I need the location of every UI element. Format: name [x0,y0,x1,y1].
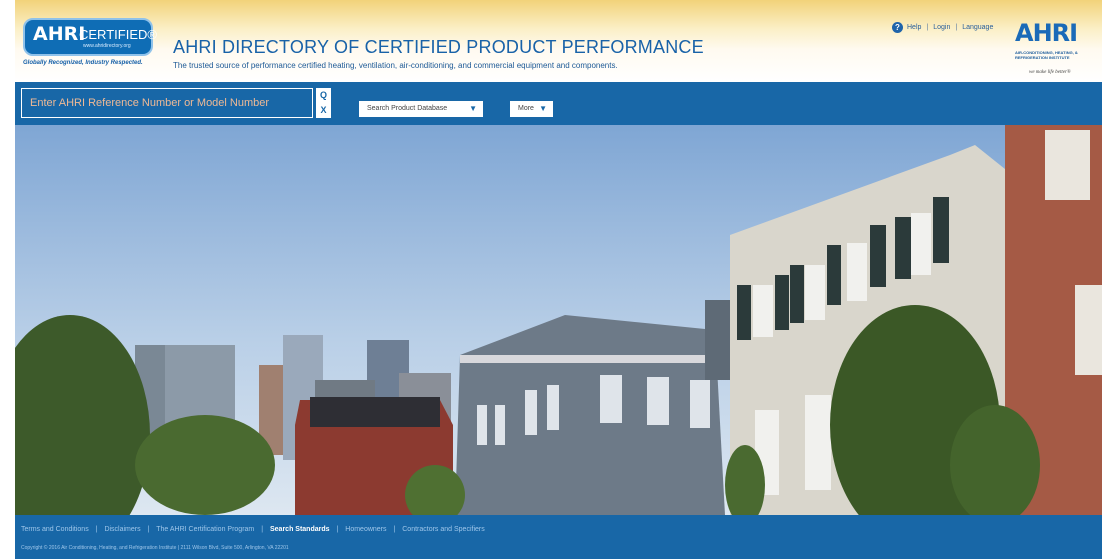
language-link[interactable]: Language [962,24,993,31]
separator: | [261,526,264,533]
org-logo-name: AIR-CONDITIONING, HEATING, & REFRIGERATI… [1015,50,1078,60]
more-select[interactable]: More ▼ [510,101,553,117]
hero-image [15,125,1102,515]
chevron-down-icon: ▼ [469,104,477,113]
logo-tagline: Globally Recognized, Industry Respected. [23,60,143,66]
ahri-org-logo[interactable]: AHRI AIR-CONDITIONING, HEATING, & REFRIG… [1015,20,1101,78]
footer-link-homeowners[interactable]: Homeowners [345,526,386,533]
footer-links: Terms and Conditions | Disclaimers | The… [21,526,485,533]
clear-icon[interactable]: X [316,103,331,118]
more-label: More [518,105,534,112]
help-icon[interactable]: ? [892,21,903,33]
separator: | [926,23,929,31]
ahri-certified-logo[interactable]: AHRI CERTIFIED® www.ahridirectory.org Gl… [23,18,157,72]
search-icon[interactable]: Q [316,88,331,103]
page-title: AHRI DIRECTORY OF CERTIFIED PRODUCT PERF… [173,37,704,57]
product-database-label: Search Product Database [367,105,448,112]
footer-link-search-standards[interactable]: Search Standards [270,526,330,533]
product-database-select[interactable]: Search Product Database ▼ [359,101,483,117]
footer-link-terms[interactable]: Terms and Conditions [21,526,89,533]
top-links: ? Help | Login | Language [892,20,993,34]
footer-link-disclaimers[interactable]: Disclaimers [104,526,140,533]
separator: | [393,526,396,533]
logo-certified-text: CERTIFIED® [79,27,157,42]
page-frame: AHRI CERTIFIED® www.ahridirectory.org Gl… [15,0,1102,559]
logo-text: AHRI [33,23,86,45]
search-bar: Q X [15,82,1102,125]
org-logo-motto: we make life better® [1029,70,1071,75]
footer-link-contractors[interactable]: Contractors and Specifiers [402,526,484,533]
hero-illustration [15,125,1102,515]
login-link[interactable]: Login [933,24,950,31]
chevron-down-icon: ▼ [539,104,547,113]
search-input[interactable] [21,88,313,118]
logo-badge: AHRI CERTIFIED® www.ahridirectory.org [23,18,157,56]
page-subtitle: The trusted source of performance certif… [173,61,618,70]
page-margin [0,0,15,559]
separator: | [95,526,98,533]
separator: | [147,526,150,533]
help-link[interactable]: Help [907,24,921,31]
logo-url: www.ahridirectory.org [83,43,131,49]
separator: | [336,526,339,533]
separator: | [955,23,958,31]
org-logo-text: AHRI [1015,19,1078,47]
copyright-text: Copyright © 2016 Air Conditioning, Heati… [21,545,289,551]
site-footer: Terms and Conditions | Disclaimers | The… [15,515,1102,559]
footer-link-certification-program[interactable]: The AHRI Certification Program [156,526,254,533]
site-header: AHRI CERTIFIED® www.ahridirectory.org Gl… [15,0,1102,82]
